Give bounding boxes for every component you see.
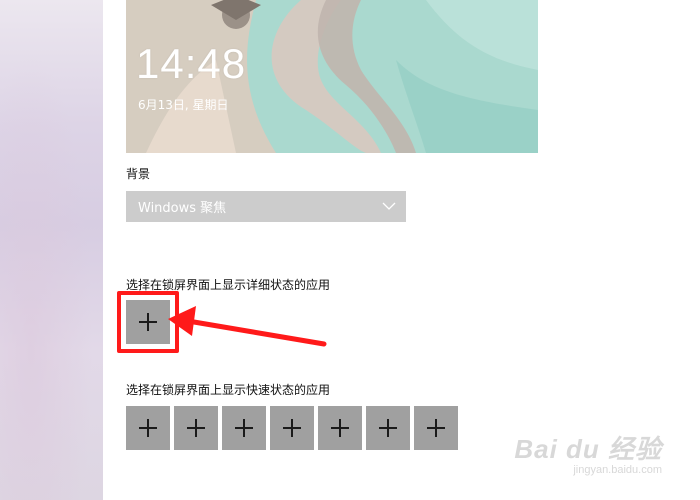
add-quick-status-app-button-5[interactable]: [318, 406, 362, 450]
plus-icon: [427, 419, 445, 437]
plus-icon: [379, 419, 397, 437]
annotation-arrow: [168, 306, 327, 347]
lock-date: 6月13日, 星期日: [138, 98, 229, 112]
plus-icon: [235, 419, 253, 437]
add-quick-status-app-button-1[interactable]: [126, 406, 170, 450]
plus-icon: [187, 419, 205, 437]
add-quick-status-app-button-7[interactable]: [414, 406, 458, 450]
side-wallpaper-strip: [0, 0, 103, 500]
plus-icon: [139, 419, 157, 437]
background-dropdown[interactable]: Windows 聚焦: [126, 191, 406, 222]
lock-time: 14:48: [136, 40, 247, 87]
add-quick-status-app-button-4[interactable]: [270, 406, 314, 450]
watermark-brand: Bai du 经验: [514, 434, 662, 464]
background-dropdown-value: Windows 聚焦: [138, 201, 227, 216]
add-quick-status-app-button-3[interactable]: [222, 406, 266, 450]
lock-screen-preview: 14:48 6月13日, 星期日: [126, 0, 538, 153]
add-quick-status-app-button-6[interactable]: [366, 406, 410, 450]
plus-icon: [283, 419, 301, 437]
add-quick-status-app-button-2[interactable]: [174, 406, 218, 450]
chevron-down-icon: [382, 202, 396, 210]
quick-status-label: 选择在锁屏界面上显示快速状态的应用: [126, 383, 331, 397]
background-label: 背景: [126, 167, 151, 181]
watermark: Bai du 经验 jingyan.baidu.com: [514, 429, 662, 476]
plus-icon: [331, 419, 349, 437]
